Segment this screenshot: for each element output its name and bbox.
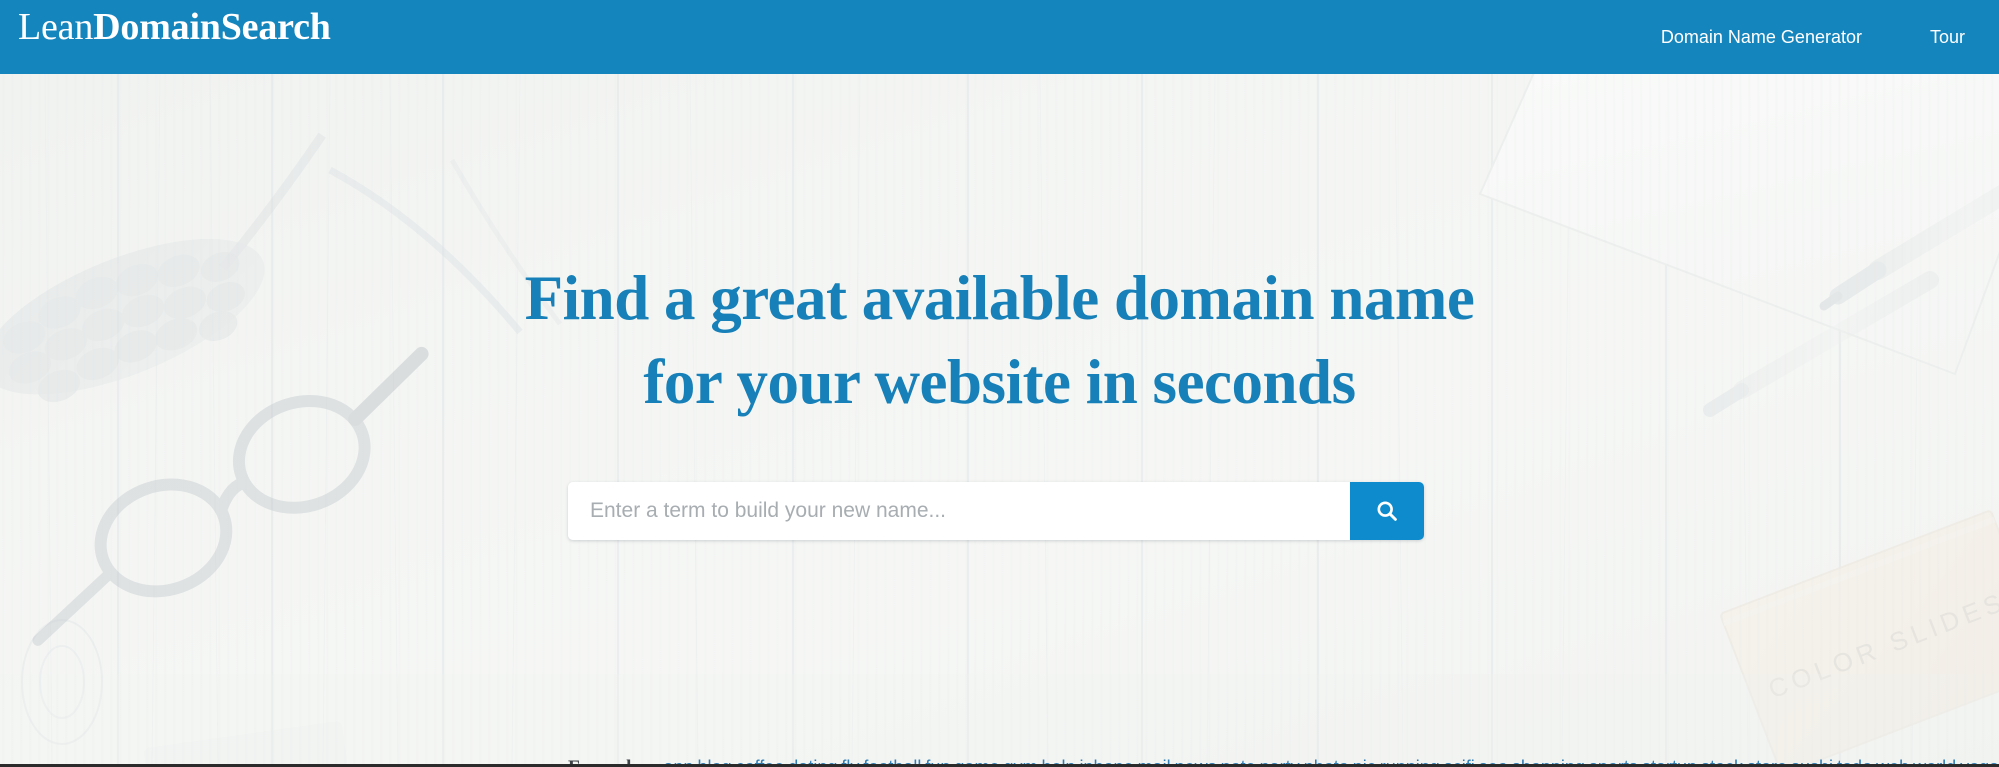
main-nav: Domain Name Generator Tour xyxy=(1627,0,1999,74)
example-link-photo[interactable]: photo xyxy=(1304,757,1349,764)
example-link-sports[interactable]: sports xyxy=(1589,757,1638,764)
example-link-running[interactable]: running xyxy=(1380,757,1440,764)
example-link-game[interactable]: game xyxy=(954,757,999,764)
domain-search-form xyxy=(568,482,1424,540)
example-link-store[interactable]: store xyxy=(1747,757,1787,764)
nav-item-domain-name-generator[interactable]: Domain Name Generator xyxy=(1627,0,1896,74)
example-link-party[interactable]: party xyxy=(1260,757,1300,764)
example-link-web[interactable]: web xyxy=(1876,757,1909,764)
search-input[interactable] xyxy=(568,482,1350,540)
example-link-seo[interactable]: seo xyxy=(1479,757,1508,764)
example-link-note[interactable]: note xyxy=(1221,757,1256,764)
landing-page: LeanDomainSearch Domain Name Generator T… xyxy=(0,0,1999,767)
headline-line-1: Find a great available domain name xyxy=(524,263,1475,333)
hero-content: Find a great available domain name for y… xyxy=(0,74,1999,764)
example-link-todo[interactable]: todo xyxy=(1837,757,1872,764)
examples-label: Examples: xyxy=(568,757,654,764)
example-link-blog[interactable]: blog xyxy=(698,757,732,764)
example-link-coffee[interactable]: coffee xyxy=(736,757,785,764)
examples-list: Examples: appblog coffeedating fly football f… xyxy=(568,750,1999,764)
example-link-stock[interactable]: stock xyxy=(1701,757,1743,764)
headline-line-2: for your website in seconds xyxy=(643,347,1356,417)
search-button[interactable] xyxy=(1350,482,1424,540)
example-link-gym[interactable]: gym xyxy=(1003,757,1037,764)
example-link-scifi[interactable]: scifi xyxy=(1444,757,1475,764)
example-link-mail[interactable]: mail xyxy=(1138,757,1171,764)
site-header: LeanDomainSearch Domain Name Generator T… xyxy=(0,0,1999,74)
examples-links-container: app blog coffee dating fly football fun game gym… xyxy=(664,757,1999,764)
nav-item-tour[interactable]: Tour xyxy=(1896,0,1999,74)
example-link-iphone[interactable]: iphone xyxy=(1080,757,1134,764)
page-title: Find a great available domain name for y… xyxy=(0,256,1999,424)
example-link-news[interactable]: news xyxy=(1175,757,1217,764)
search-icon xyxy=(1377,501,1397,521)
example-link-world[interactable]: world xyxy=(1913,757,1956,764)
example-link-help[interactable]: help xyxy=(1041,757,1075,764)
example-link-yoga[interactable]: yoga xyxy=(1960,757,1999,764)
example-link-shopping[interactable]: shopping xyxy=(1512,757,1585,764)
example-link-football[interactable]: football xyxy=(863,757,921,764)
example-link-dating[interactable]: dating xyxy=(788,757,837,764)
example-link-app[interactable]: app xyxy=(664,757,694,764)
site-logo[interactable]: LeanDomainSearch xyxy=(18,6,331,48)
example-link-pic[interactable]: pic xyxy=(1353,757,1376,764)
example-link-fun[interactable]: fun xyxy=(925,757,950,764)
example-link-sushi[interactable]: sushi xyxy=(1791,757,1833,764)
logo-text-light: Lean xyxy=(18,6,94,48)
example-link-fly[interactable]: fly xyxy=(841,757,859,764)
example-link-startup[interactable]: startup xyxy=(1642,757,1697,764)
logo-text-bold: DomainSearch xyxy=(93,6,331,48)
